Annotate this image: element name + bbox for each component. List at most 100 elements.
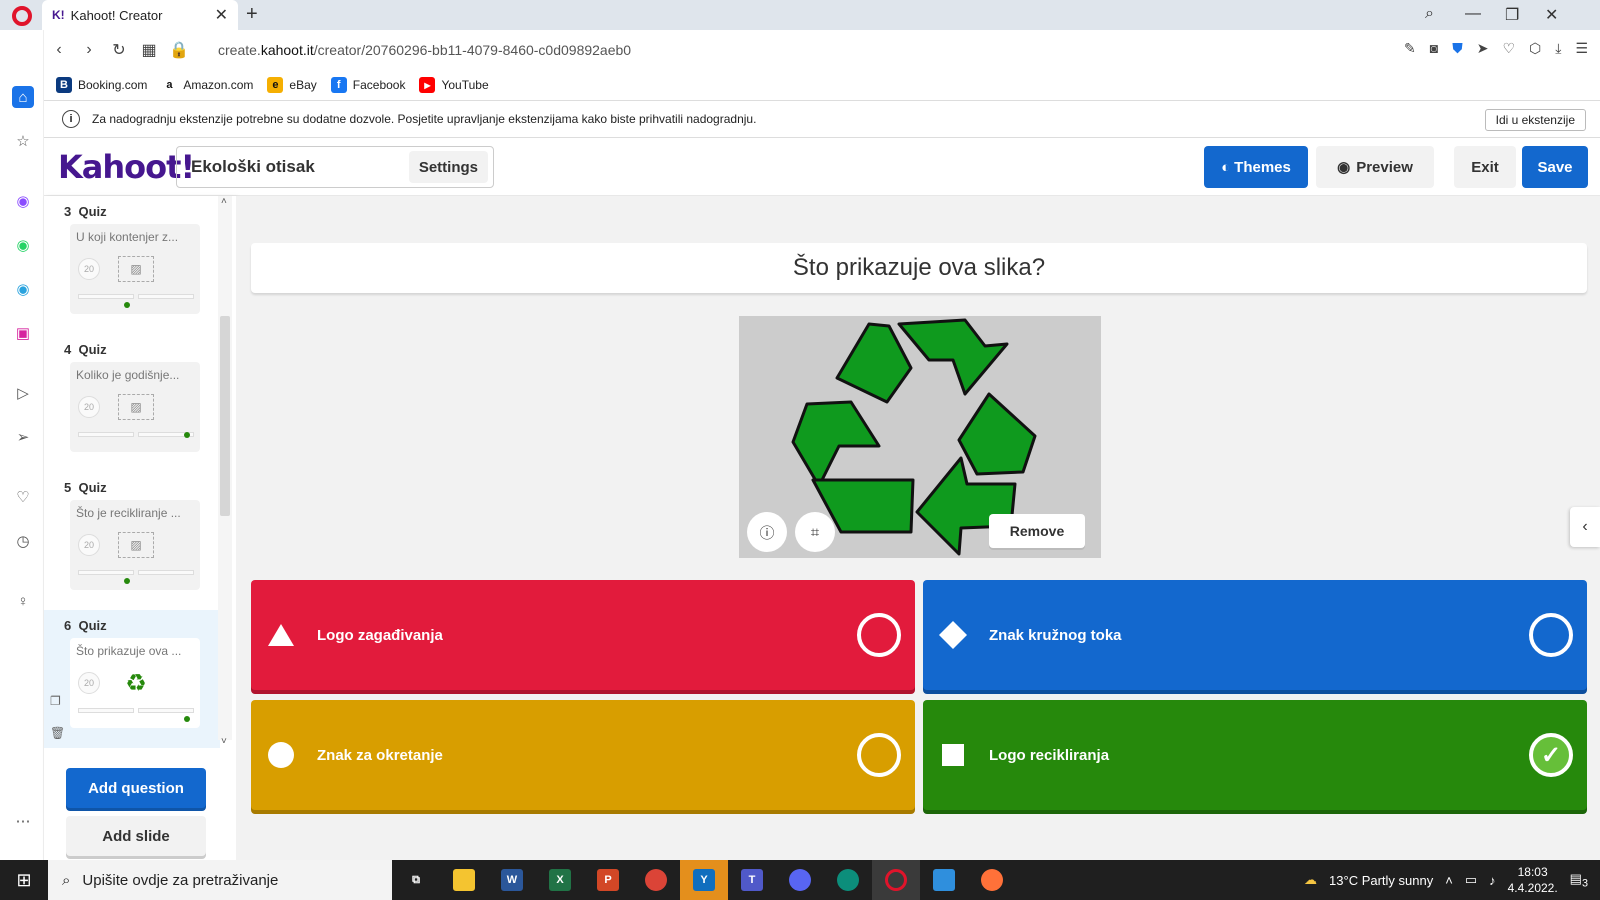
duplicate-icon[interactable]: ❐ xyxy=(50,694,61,708)
bookmark-booking[interactable]: B Booking.com xyxy=(56,77,147,93)
browser-tab[interactable]: K! Kahoot! Creator ✕ xyxy=(42,0,238,30)
menu-icon[interactable]: ☰ xyxy=(1575,40,1588,57)
correct-toggle[interactable] xyxy=(857,613,901,657)
download-icon[interactable]: ⤓ xyxy=(1555,40,1561,57)
notifications-icon[interactable]: ▤3 xyxy=(1570,871,1588,890)
correct-toggle-checked[interactable]: ✓ xyxy=(1529,733,1573,777)
question-thumbnail[interactable]: Koliko je godišnje... 20 ▨ xyxy=(70,362,200,452)
send-icon[interactable]: ➤ xyxy=(1477,40,1489,57)
question-item-6[interactable]: 6 Quiz Što prikazuje ova ... 20 ♻ xyxy=(44,610,220,748)
firefox-icon[interactable] xyxy=(968,860,1016,900)
question-thumbnail[interactable]: U koji kontenjer z... 20 ▨ xyxy=(70,224,200,314)
photos-icon[interactable] xyxy=(920,860,968,900)
question-item-3[interactable]: 3 Quiz U koji kontenjer z... 20 ▨ xyxy=(44,196,220,334)
scrollbar-thumb[interactable] xyxy=(220,316,230,516)
scroll-up-icon[interactable]: ˄ xyxy=(221,196,227,207)
bookmark-facebook[interactable]: f Facebook xyxy=(330,77,405,93)
question-thumbnail[interactable]: Što prikazuje ova ... 20 ♻ xyxy=(70,638,200,728)
yammer-icon[interactable]: Y xyxy=(680,860,728,900)
snapshot-edit-icon[interactable]: ✎ xyxy=(1404,40,1416,57)
kahoot-title-field[interactable]: Ekološki otisak Settings xyxy=(176,146,494,188)
delete-icon[interactable]: 🗑 xyxy=(50,726,65,740)
bookmark-amazon[interactable]: a Amazon.com xyxy=(161,77,253,93)
url-field[interactable]: create.kahoot.it/creator/20760296-bb11-4… xyxy=(218,42,631,58)
player-icon[interactable]: ▷ xyxy=(12,382,34,404)
question-thumbnail[interactable]: Što je recikliranje ... 20 ▨ xyxy=(70,500,200,590)
cube-icon[interactable]: ⬡ xyxy=(1529,40,1541,57)
network-icon[interactable]: ▭ xyxy=(1465,872,1477,888)
answer-option-4[interactable]: Logo recikliranja ✓ xyxy=(923,700,1587,810)
remove-image-button[interactable]: Remove xyxy=(989,514,1085,548)
new-tab-icon[interactable]: + xyxy=(246,3,258,26)
expand-settings-panel-button[interactable]: ‹ xyxy=(1570,507,1600,547)
tips-icon[interactable]: ♀ xyxy=(12,590,34,612)
history-icon[interactable]: ◷ xyxy=(12,530,34,552)
discord-icon[interactable] xyxy=(776,860,824,900)
volume-icon[interactable]: ♪ xyxy=(1489,873,1496,888)
save-button[interactable]: Save xyxy=(1522,146,1588,188)
question-item-4[interactable]: 4 Quiz Koliko je godišnje... 20 ▨ xyxy=(44,334,220,472)
bookmark-youtube[interactable]: ▶ YouTube xyxy=(419,77,489,93)
instagram-icon[interactable]: ▣ xyxy=(12,322,34,344)
edge-icon[interactable] xyxy=(824,860,872,900)
add-question-button[interactable]: Add question xyxy=(66,768,206,808)
whatsapp-icon[interactable]: ◉ xyxy=(12,234,34,256)
answer-option-3[interactable]: Znak za okretanje xyxy=(251,700,915,810)
chrome-icon[interactable] xyxy=(632,860,680,900)
close-tab-icon[interactable]: ✕ xyxy=(215,5,228,25)
messenger-icon[interactable]: ◉ xyxy=(12,190,34,212)
settings-button[interactable]: Settings xyxy=(408,151,488,183)
scroll-down-icon[interactable]: ˅ xyxy=(221,736,227,747)
bookmark-ebay[interactable]: e eBay xyxy=(267,77,317,93)
crop-image-button[interactable]: ⌗ xyxy=(795,512,835,552)
reload-icon[interactable]: ↻ xyxy=(104,40,134,60)
forward-icon[interactable]: › xyxy=(74,41,104,59)
file-explorer-icon[interactable] xyxy=(440,860,488,900)
kahoot-logo[interactable]: Kahoot! xyxy=(58,148,195,186)
weather-text[interactable]: 13°C Partly sunny xyxy=(1329,873,1433,888)
question-list: 3 Quiz U koji kontenjer z... 20 ▨ 4 Quiz… xyxy=(44,196,236,860)
correct-toggle[interactable] xyxy=(1529,613,1573,657)
preview-label: Preview xyxy=(1356,158,1413,176)
word-icon[interactable]: W xyxy=(488,860,536,900)
preview-button[interactable]: ◉ Preview xyxy=(1316,146,1434,188)
more-icon[interactable]: ⋯ xyxy=(12,810,34,832)
image-info-button[interactable]: ⓘ xyxy=(747,512,787,552)
exit-button[interactable]: Exit xyxy=(1454,146,1516,188)
search-tabs-icon[interactable]: ⌕ xyxy=(1425,5,1434,23)
taskbar-search-field[interactable]: ⌕ Upišite ovdje za pretraživanje xyxy=(48,860,392,900)
teams-icon[interactable]: T xyxy=(728,860,776,900)
task-view-icon[interactable]: ⧉ xyxy=(392,860,440,900)
go-to-extensions-button[interactable]: Idi u ekstenzije xyxy=(1484,109,1586,131)
answer-option-2[interactable]: Znak kružnog toka xyxy=(923,580,1587,690)
speed-dial-icon[interactable]: ☆ xyxy=(12,130,34,152)
heart-icon[interactable]: ♡ xyxy=(1502,40,1515,57)
send-flow-icon[interactable]: ➢ xyxy=(12,426,34,448)
close-window-icon[interactable]: ✕ xyxy=(1545,5,1558,25)
clock[interactable]: 18:03 4.4.2022. xyxy=(1508,864,1558,896)
weather-icon[interactable]: ☁ xyxy=(1304,872,1317,888)
opera-logo-icon[interactable] xyxy=(12,6,32,26)
bookmarks-heart-icon[interactable]: ♡ xyxy=(12,486,34,508)
correct-toggle[interactable] xyxy=(857,733,901,777)
shield-icon[interactable]: ⛊ xyxy=(1452,40,1463,57)
question-item-5[interactable]: 5 Quiz Što je recikliranje ... 20 ▨ xyxy=(44,472,220,610)
camera-icon[interactable]: ◙ xyxy=(1430,40,1438,57)
back-icon[interactable]: ‹ xyxy=(44,41,74,59)
themes-button[interactable]: ◐ Themes xyxy=(1204,146,1308,188)
answer-option-1[interactable]: Logo zagađivanja xyxy=(251,580,915,690)
home-icon[interactable]: ⌂ xyxy=(12,86,34,108)
tab-title: Kahoot! Creator xyxy=(70,7,163,23)
telegram-icon[interactable]: ◉ xyxy=(12,278,34,300)
opera-taskbar-icon[interactable] xyxy=(872,860,920,900)
tabs-grid-icon[interactable]: ▦ xyxy=(134,40,164,60)
add-slide-button[interactable]: Add slide xyxy=(66,816,206,856)
question-title-input[interactable]: Što prikazuje ova slika? xyxy=(251,243,1587,293)
restore-icon[interactable]: ❐ xyxy=(1505,5,1519,25)
windows-start-icon[interactable]: ⊞ xyxy=(0,860,48,900)
minimize-icon[interactable]: — xyxy=(1465,5,1481,23)
powerpoint-icon[interactable]: P xyxy=(584,860,632,900)
excel-icon[interactable]: X xyxy=(536,860,584,900)
info-icon: ⓘ xyxy=(759,524,775,542)
tray-chevron-icon[interactable]: ˄ xyxy=(1445,873,1453,888)
